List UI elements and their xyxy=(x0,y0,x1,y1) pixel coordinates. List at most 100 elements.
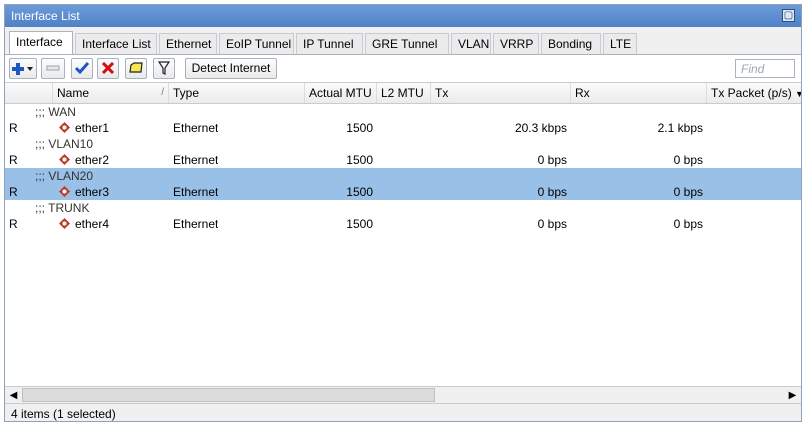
column-label: Type xyxy=(173,86,200,100)
column-label: Name xyxy=(57,86,90,100)
rx-column-header[interactable]: Rx xyxy=(571,83,707,103)
scroll-left-icon[interactable]: ◀ xyxy=(5,387,22,404)
name-text: ether2 xyxy=(75,153,110,167)
name-column-header[interactable]: Name / xyxy=(53,83,169,103)
check-icon xyxy=(74,62,90,75)
tab-gre-tunnel[interactable]: GRE Tunnel xyxy=(365,33,449,55)
remove-button[interactable] xyxy=(41,58,65,79)
l2-mtu-cell xyxy=(377,120,427,136)
toolbar: Detect Internet xyxy=(5,54,801,83)
tx-column-header[interactable]: Tx xyxy=(431,83,571,103)
comment-text: ;;; TRUNK xyxy=(35,201,90,215)
tab-ip-tunnel[interactable]: IP Tunnel xyxy=(296,33,363,55)
name-text: ether4 xyxy=(75,217,110,231)
name-cell: ether4 xyxy=(59,216,109,232)
l2-mtu-cell xyxy=(377,152,427,168)
tab-label: Bonding xyxy=(548,37,593,51)
actual-mtu-cell: 1500 xyxy=(346,121,373,135)
tab-interface-list[interactable]: Interface List xyxy=(75,33,157,55)
tab-bonding[interactable]: Bonding xyxy=(541,33,601,55)
sort-icon: / xyxy=(161,87,164,98)
flag-column-header[interactable] xyxy=(5,83,53,103)
rx-cell: 0 bps xyxy=(673,217,703,231)
restore-icon[interactable]: ▢ xyxy=(782,9,795,22)
comment-button[interactable] xyxy=(125,58,147,79)
l2-mtu-column-header[interactable]: L2 MTU xyxy=(377,83,431,103)
tx-packet-column-header[interactable]: Tx Packet (p/s) ▼ xyxy=(707,83,801,103)
flag-cell: R xyxy=(9,121,18,135)
rx-cell: 0 bps xyxy=(673,185,703,199)
ethernet-icon xyxy=(59,154,70,165)
tab-vrrp[interactable]: VRRP xyxy=(493,33,539,55)
rx-cell: 2.1 kbps xyxy=(657,121,703,135)
ethernet-icon xyxy=(59,186,70,197)
actual-mtu-cell: 1500 xyxy=(346,217,373,231)
find-input[interactable] xyxy=(735,59,795,78)
column-label: Actual MTU xyxy=(309,86,372,100)
l2-mtu-cell xyxy=(377,184,427,200)
ethernet-icon xyxy=(59,122,70,133)
table-row[interactable]: R ether4 Ethernet 1500 0 bps 0 bps xyxy=(5,216,801,232)
status-text: 4 items (1 selected) xyxy=(11,407,116,421)
type-cell: Ethernet xyxy=(173,121,219,135)
type-cell: Ethernet xyxy=(173,217,219,231)
filter-icon xyxy=(157,61,171,75)
detect-internet-button[interactable]: Detect Internet xyxy=(185,58,277,79)
window-title: Interface List xyxy=(11,9,80,23)
tx-cell: 20.3 kbps xyxy=(514,121,567,135)
actual-mtu-column-header[interactable]: Actual MTU xyxy=(305,83,377,103)
rx-cell: 0 bps xyxy=(673,153,703,167)
tab-label: Ethernet xyxy=(166,37,212,51)
name-cell: ether2 xyxy=(59,152,109,168)
comment-row[interactable]: ;;; WAN xyxy=(5,104,801,120)
name-text: ether3 xyxy=(75,185,110,199)
tab-lte[interactable]: LTE xyxy=(603,33,637,55)
flag-cell: R xyxy=(9,153,18,167)
enable-button[interactable] xyxy=(71,58,93,79)
column-label: L2 MTU xyxy=(381,86,424,100)
comment-row[interactable]: ;;; VLAN10 xyxy=(5,136,801,152)
comment-row-selected[interactable]: ;;; VLAN20 xyxy=(5,168,801,184)
type-cell: Ethernet xyxy=(173,153,219,167)
comment-text: ;;; VLAN20 xyxy=(35,169,94,183)
comment-row[interactable]: ;;; TRUNK xyxy=(5,200,801,216)
name-cell: ether3 xyxy=(59,184,109,200)
table-row[interactable]: R ether1 Ethernet 1500 20.3 kbps 2.1 kbp… xyxy=(5,120,801,136)
table-row-selected[interactable]: R ether3 Ethernet 1500 0 bps 0 bps xyxy=(5,184,801,200)
column-label: Rx xyxy=(575,86,590,100)
minus-icon xyxy=(46,65,60,71)
tab-label: LTE xyxy=(610,37,632,51)
interface-table: Name / Type Actual MTU L2 MTU Tx Rx Tx P… xyxy=(5,82,801,387)
tab-vlan[interactable]: VLAN xyxy=(451,33,491,55)
actual-mtu-cell: 1500 xyxy=(346,153,373,167)
filter-button[interactable] xyxy=(153,58,175,79)
tx-cell: 0 bps xyxy=(537,217,567,231)
l2-mtu-cell xyxy=(377,216,427,232)
tab-label: Interface xyxy=(16,35,63,49)
tx-cell: 0 bps xyxy=(537,153,567,167)
flag-cell: R xyxy=(9,185,18,199)
disable-button[interactable] xyxy=(97,58,119,79)
horizontal-scrollbar[interactable]: ◀ ▶ xyxy=(5,386,801,404)
ethernet-icon xyxy=(59,218,70,229)
column-dropdown-icon[interactable]: ▼ xyxy=(795,89,801,99)
plus-icon xyxy=(12,63,33,75)
title-bar[interactable]: Interface List ▢ xyxy=(5,5,801,27)
interface-list-window: Interface List ▢ Interface Interface Lis… xyxy=(4,4,802,422)
tab-interface[interactable]: Interface xyxy=(9,31,73,55)
status-bar: 4 items (1 selected) xyxy=(5,403,801,421)
add-button[interactable] xyxy=(9,58,37,79)
table-header: Name / Type Actual MTU L2 MTU Tx Rx Tx P… xyxy=(5,83,801,104)
scroll-right-icon[interactable]: ▶ xyxy=(784,387,801,404)
type-column-header[interactable]: Type xyxy=(169,83,305,103)
comment-text: ;;; WAN xyxy=(35,105,76,119)
table-row[interactable]: R ether2 Ethernet 1500 0 bps 0 bps xyxy=(5,152,801,168)
scrollbar-thumb[interactable] xyxy=(22,388,435,402)
tx-cell: 0 bps xyxy=(537,185,567,199)
actual-mtu-cell: 1500 xyxy=(346,185,373,199)
tab-bar: Interface Interface List Ethernet EoIP T… xyxy=(9,31,801,55)
tab-label: Interface List xyxy=(82,37,151,51)
tab-eoip-tunnel[interactable]: EoIP Tunnel xyxy=(219,33,294,55)
tab-label: GRE Tunnel xyxy=(372,37,438,51)
tab-ethernet[interactable]: Ethernet xyxy=(159,33,217,55)
